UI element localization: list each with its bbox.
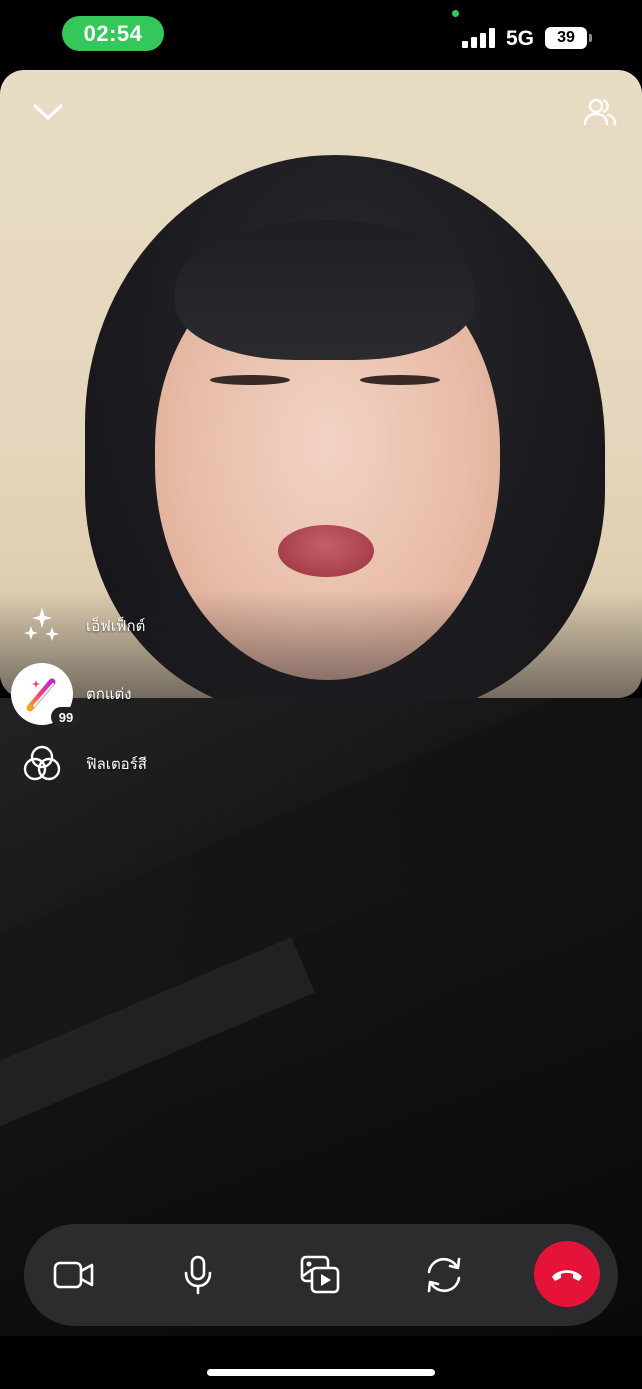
remote-video-mouth [278, 525, 374, 577]
beauty-label: ตกแต่ง [86, 686, 132, 703]
hang-up-icon [552, 1270, 582, 1281]
beauty-icon-wrapper: 99 [10, 662, 81, 727]
camera-toggle-button[interactable] [44, 1245, 104, 1305]
color-filter-label: ฟิลเตอร์สี [86, 756, 147, 773]
remote-video-eye-left [210, 375, 290, 385]
beauty-badge: 99 [51, 707, 81, 727]
microphone-icon [184, 1255, 212, 1295]
effects-label: เอ็ฟเฟ็กต์ [86, 618, 146, 635]
media-share-icon [300, 1255, 340, 1294]
battery-level: 39 [557, 29, 575, 46]
switch-camera-button[interactable] [414, 1245, 474, 1305]
home-indicator[interactable] [207, 1369, 435, 1376]
effects-menu-item-effects[interactable]: เอ็ฟเฟ็กต์ [10, 594, 145, 658]
video-camera-icon [53, 1261, 94, 1289]
remote-video-bangs [175, 220, 475, 360]
remote-video-eye-right [360, 375, 440, 385]
sparkles-icon [10, 594, 74, 658]
microphone-toggle-button[interactable] [168, 1245, 228, 1305]
status-bar: 02:54 5G 39 [0, 0, 642, 70]
battery-cap [589, 34, 592, 42]
effects-menu-item-beauty[interactable]: 99 ตกแต่ง [10, 662, 132, 727]
participants-icon [583, 98, 617, 126]
chevron-down-icon [33, 104, 63, 120]
participants-button[interactable] [580, 92, 620, 132]
camera-switch-icon [427, 1257, 461, 1293]
share-media-button[interactable] [290, 1245, 350, 1305]
call-control-bar [24, 1224, 618, 1326]
battery-icon: 39 [545, 27, 587, 49]
color-filter-icon [10, 732, 74, 796]
minimize-call-button[interactable] [28, 92, 68, 132]
network-type: 5G [506, 27, 535, 50]
status-time[interactable]: 02:54 [62, 16, 164, 51]
effects-menu-item-color-filter[interactable]: ฟิลเตอร์สี [10, 732, 147, 796]
end-call-button[interactable] [534, 1241, 600, 1307]
cellular-signal-icon [462, 28, 496, 48]
camera-in-use-indicator [452, 10, 459, 17]
